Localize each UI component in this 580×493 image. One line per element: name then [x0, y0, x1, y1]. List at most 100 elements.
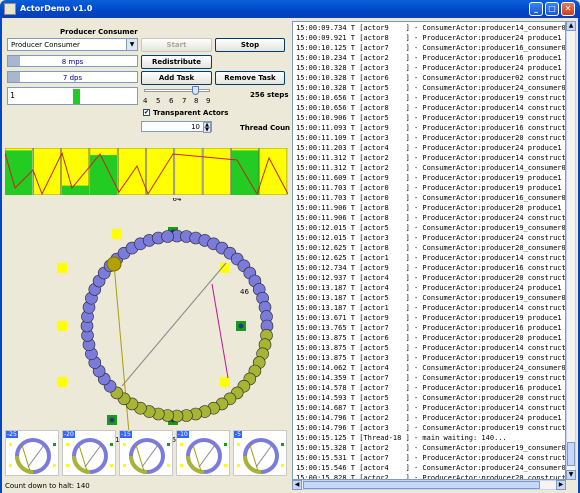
strip-bar	[146, 148, 175, 195]
ring-top-label: 64	[173, 198, 182, 203]
mps-rate-field[interactable]: 8 mps	[7, 55, 138, 67]
history-offset-label: -5	[234, 431, 242, 438]
ring-link	[211, 283, 229, 379]
steps-indicator	[73, 89, 80, 104]
horizontal-scrollbar[interactable]: ◀ ▶	[292, 480, 566, 490]
horizontal-scroll-thumb[interactable]	[303, 481, 540, 489]
log-line: 15:00:09.921 T [actor8 ] - ProducerActor…	[296, 34, 566, 42]
actor-ring-visualization: 64 46 21 61	[57, 198, 274, 444]
history-offset-label: -20	[63, 431, 75, 438]
history-ring-icon	[237, 438, 284, 474]
log-line: 15:00:12.015 T [actor5 ] - ConsumerActor…	[296, 224, 566, 232]
steps-field[interactable]: 1	[7, 87, 138, 105]
slider-tick-label: 9	[206, 97, 211, 105]
log-panel: 15:00:09.734 T [actor9 ] - ConsumerActor…	[290, 18, 578, 493]
log-line: 15:00:15.531 T [actor7 ] - ProducerActor…	[296, 454, 566, 462]
slider-track	[144, 89, 210, 92]
scenario-select[interactable]: Producer Consumer ▼	[7, 38, 138, 51]
log-line: 15:00:13.187 T [actor4 ] - ProducerActor…	[296, 284, 566, 292]
actor-node	[57, 321, 67, 331]
actor-load-strip	[5, 148, 288, 195]
steps-slider[interactable]	[142, 86, 212, 96]
title-bar[interactable]: ActorDemo v1.0 _ □ ✕	[0, 0, 580, 18]
left-panel: Producer Consumer Producer Consumer ▼ 8 …	[0, 18, 294, 493]
status-text: Count down to halt: 140	[5, 482, 90, 490]
scroll-up-icon[interactable]: ▲	[566, 21, 576, 31]
actor-node	[57, 377, 67, 387]
log-line: 15:00:15.546 T [actor4 ] - ConsumerActor…	[296, 464, 566, 472]
strip-bar-fill	[5, 150, 33, 195]
ring-bead	[161, 230, 174, 243]
log-line: 15:00:09.734 T [actor9 ] - ConsumerActor…	[296, 24, 566, 32]
log-line: 15:00:10.328 T [actor5 ] - ConsumerActor…	[296, 84, 566, 92]
log-line: 15:00:11.609 T [actor9 ] - ProducerActor…	[296, 174, 566, 182]
maximize-button[interactable]: □	[545, 2, 559, 16]
log-line: 15:00:11.203 T [actor4 ] - ProducerActor…	[296, 144, 566, 152]
log-line: 15:00:14.359 T [actor7 ] - ConsumerActor…	[296, 374, 566, 382]
steps-field-value: 1	[10, 91, 16, 100]
strip-bar	[202, 148, 231, 195]
steps-label: 256 steps	[250, 91, 289, 99]
log-text-area[interactable]: 15:00:09.734 T [actor9 ] - ConsumerActor…	[292, 21, 566, 480]
start-button[interactable]: Start	[141, 38, 212, 52]
strip-bar-fill	[61, 185, 89, 195]
scroll-down-icon[interactable]: ▼	[566, 470, 576, 480]
dps-rate-field[interactable]: 7 dps	[7, 71, 138, 83]
history-thumbnail[interactable]: -5	[233, 430, 287, 476]
log-line: 15:00:11.703 T [actor0 ] - ProducerActor…	[296, 184, 566, 192]
log-line: 15:00:10.656 T [actor8 ] - ProducerActor…	[296, 104, 566, 112]
history-thumbnails: -25 -20 -15 -10 -5	[2, 430, 292, 478]
actor-node	[220, 377, 230, 387]
log-line: 15:00:11.906 T [actor8 ] - ProducerActor…	[296, 214, 566, 222]
actor-node	[57, 263, 67, 273]
history-thumbnail[interactable]: -15	[119, 430, 173, 476]
mps-rate-value: 8 mps	[61, 58, 84, 66]
log-line: 15:00:11.906 T [actor8 ] - ProducerActor…	[296, 204, 566, 212]
add-task-button[interactable]: Add Task	[141, 71, 212, 85]
log-line: 15:00:10.656 T [actor3 ] - ProducerActor…	[296, 94, 566, 102]
vertical-scrollbar[interactable]: ▲ ▼	[566, 21, 576, 480]
history-offset-label: -25	[6, 431, 18, 438]
log-line: 15:00:13.875 T [actor6 ] - ProducerActor…	[296, 334, 566, 342]
log-line: 15:00:11.109 T [actor3 ] - ProducerActor…	[296, 134, 566, 142]
actor-node-marker	[238, 323, 244, 329]
log-line: 15:00:14.578 T [actor7 ] - ProducerActor…	[296, 384, 566, 392]
spinner-down-icon[interactable]: ▼	[203, 127, 211, 133]
slider-tick-label: 7	[182, 97, 187, 105]
slider-thumb[interactable]	[192, 86, 199, 95]
thread-count-spinner[interactable]: 10 ▲ ▼	[141, 121, 212, 133]
log-line: 15:00:13.875 T [actor5 ] - ProducerActor…	[296, 344, 566, 352]
dps-rate-value: 7 dps	[62, 74, 83, 82]
group-label: Producer Consumer	[60, 28, 138, 36]
log-line: 15:00:10.328 T [actor3 ] - ProducerActor…	[296, 64, 566, 72]
log-line: 15:00:14.796 T [actor2 ] - ProducerActor…	[296, 414, 566, 422]
transparent-actors-checkbox[interactable]: ✔	[143, 109, 150, 116]
log-line: 15:00:12.625 T [actor8 ] - ConsumerActor…	[296, 244, 566, 252]
thread-count-label: Thread Count	[240, 124, 294, 132]
history-offset-label: -15	[120, 431, 132, 438]
redistribute-button[interactable]: Redistribute	[141, 55, 212, 69]
log-line: 15:00:13.765 T [actor7 ] - ProducerActor…	[296, 324, 566, 332]
slider-tick-label: 5	[156, 97, 161, 105]
scroll-right-icon[interactable]: ▶	[556, 480, 566, 490]
log-line: 15:00:11.093 T [actor9 ] - ProducerActor…	[296, 124, 566, 132]
minimize-button[interactable]: _	[529, 2, 543, 16]
history-thumbnail[interactable]: -10	[176, 430, 230, 476]
vertical-scroll-thumb[interactable]	[567, 442, 575, 466]
remove-task-button[interactable]: Remove Task	[215, 71, 285, 85]
history-thumbnail[interactable]: -25	[5, 430, 59, 476]
scroll-left-icon[interactable]: ◀	[292, 480, 302, 490]
history-thumbnail[interactable]: -20	[62, 430, 116, 476]
transparent-actors-label: Transparent Actors	[153, 109, 229, 117]
chevron-down-icon[interactable]: ▼	[126, 39, 137, 50]
strip-bar	[259, 148, 288, 195]
close-button[interactable]: ✕	[561, 2, 575, 16]
ring-right-label: 46	[240, 288, 249, 296]
log-line: 15:00:12.015 T [actor3 ] - ProducerActor…	[296, 234, 566, 242]
log-line: 15:00:11.312 T [actor2 ] - ConsumerActor…	[296, 164, 566, 172]
log-line: 15:00:10.234 T [actor2 ] - ProducerActor…	[296, 54, 566, 62]
log-line: 15:00:15.328 T [actor2 ] - ConsumerActor…	[296, 444, 566, 452]
log-line: 15:00:14.593 T [actor5 ] - ConsumerActor…	[296, 394, 566, 402]
stop-button[interactable]: Stop	[215, 38, 285, 52]
log-line: 15:00:13.187 T [actor5 ] - ConsumerActor…	[296, 294, 566, 302]
